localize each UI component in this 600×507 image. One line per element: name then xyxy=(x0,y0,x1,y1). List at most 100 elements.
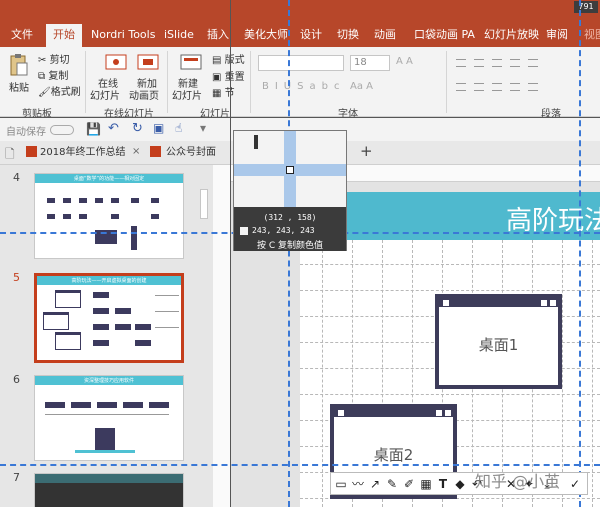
thumb-button xyxy=(93,340,109,346)
justify-icon[interactable] xyxy=(510,83,520,91)
slide-thumbnail-4[interactable]: 桌面“数学”的功能——相对固定 xyxy=(34,173,184,259)
pen-icon[interactable]: ✎ xyxy=(384,476,400,492)
tab-animations[interactable]: 动画 xyxy=(374,26,396,46)
eraser-icon[interactable]: ◆ xyxy=(452,476,468,492)
grow-font-icon[interactable]: A A xyxy=(396,56,413,67)
cut-button[interactable]: ✂ 剪切 xyxy=(38,51,70,66)
divider xyxy=(85,51,86,113)
font-color-icon[interactable]: Aa A xyxy=(350,81,373,92)
screen: 文件 开始 Nordri Tools iSlide 插入 美化大师 设计 切换 … xyxy=(0,0,600,507)
reset-button[interactable]: ▣ 重置 xyxy=(212,68,245,83)
tab-review[interactable]: 审阅 xyxy=(546,26,568,46)
crosshair-vertical xyxy=(230,0,231,507)
tab-home[interactable]: 开始 xyxy=(46,24,82,47)
marker-icon[interactable]: ✐ xyxy=(401,476,417,492)
align-center-icon[interactable] xyxy=(474,83,484,91)
doc-tab-2[interactable]: 公众号封面 xyxy=(166,143,216,163)
reset-icon: ▣ xyxy=(212,72,225,83)
ppt-file-icon xyxy=(26,146,37,157)
format-painter-label: 格式刷 xyxy=(50,87,81,98)
arrow-icon[interactable]: ↗ xyxy=(367,476,383,492)
autosave-toggle[interactable] xyxy=(50,125,74,135)
online-slides-icon xyxy=(105,54,127,70)
thumb-button xyxy=(115,308,131,314)
tab-islide[interactable]: iSlide xyxy=(164,26,194,46)
save-icon[interactable]: 💾 xyxy=(86,122,101,136)
font-size-dropdown[interactable]: 18 xyxy=(350,55,390,71)
tab-insert[interactable]: 插入 xyxy=(207,26,229,46)
thumb-button xyxy=(93,292,109,298)
doc-tab-1[interactable]: 2018年终工作总结 xyxy=(40,143,125,163)
copy-label: 复制 xyxy=(48,71,69,82)
mosaic-icon[interactable]: ▦ xyxy=(418,476,434,492)
line-spacing-icon[interactable] xyxy=(528,59,538,67)
tab-beautify-master[interactable]: 美化大师 xyxy=(244,26,288,46)
thumb-button xyxy=(135,340,151,346)
decrease-indent-icon[interactable] xyxy=(492,59,502,67)
numbering-icon[interactable] xyxy=(474,59,484,67)
tab-design[interactable]: 设计 xyxy=(300,26,322,46)
slideshow-icon[interactable]: ▣ xyxy=(153,121,164,135)
slide-thumbnail-6[interactable]: 资深整理技巧应用软件 xyxy=(34,375,184,461)
thumb-text-line xyxy=(155,311,179,312)
thumb-title: 高阶玩法——开启虚拟桌面的创建 xyxy=(71,278,147,284)
new-animation-label-2[interactable]: 动画页 xyxy=(129,87,159,102)
thumb-shape xyxy=(63,214,71,219)
align-right-icon[interactable] xyxy=(492,83,502,91)
align-left-icon[interactable] xyxy=(456,83,466,91)
tab-transitions[interactable]: 切换 xyxy=(337,26,359,46)
layout-icon: ▤ xyxy=(212,55,225,66)
desktop-1-window[interactable]: 桌面1 xyxy=(435,294,562,389)
slide-number: 7 xyxy=(13,471,20,484)
curve-icon[interactable]: 〰 xyxy=(350,476,366,492)
confirm-icon[interactable]: ✓ xyxy=(567,476,583,492)
tab-slideshow[interactable]: 幻灯片放映 xyxy=(484,26,539,46)
font-family-dropdown[interactable] xyxy=(258,55,344,71)
undo-icon[interactable]: ↶ xyxy=(108,121,119,136)
window-titlebar xyxy=(439,298,558,307)
slide-thumbnail-7[interactable] xyxy=(34,473,184,507)
grid-line xyxy=(300,264,600,265)
tab-nordri-tools[interactable]: Nordri Tools xyxy=(91,26,155,46)
window-dot xyxy=(443,300,449,306)
format-painter-button[interactable]: 🖌格式刷 xyxy=(38,83,81,98)
cut-label: 剪切 xyxy=(49,55,70,66)
increase-indent-icon[interactable] xyxy=(510,59,520,67)
text-icon[interactable]: T xyxy=(435,476,451,492)
bullets-icon[interactable] xyxy=(456,59,466,67)
copy-button[interactable]: ⧉ 复制 xyxy=(38,67,68,82)
paste-button[interactable]: 粘贴 xyxy=(9,79,29,94)
slide-thumbnails-panel: 4 桌面“数学”的功能——相对固定 5 高阶玩法——开启虚拟桌面的创建 6 资深… xyxy=(0,165,213,507)
new-slide-label-2[interactable]: 幻灯片 xyxy=(172,87,202,102)
thumb-button xyxy=(71,402,91,408)
vertical-ruler xyxy=(213,165,231,507)
layout-button[interactable]: ▤ 版式 xyxy=(212,51,245,66)
scrollbar-thumb[interactable] xyxy=(200,189,208,219)
online-slides-label-2[interactable]: 幻灯片 xyxy=(90,87,120,102)
tab-view[interactable]: 视图 xyxy=(584,26,600,46)
customize-icon[interactable]: ▾ xyxy=(200,121,206,135)
slide-thumbnail-5[interactable]: 高阶玩法——开启虚拟桌面的创建 xyxy=(34,273,184,363)
window-titlebar xyxy=(334,408,453,417)
cursor-coordinates: (312 , 158) xyxy=(263,213,317,222)
tab-file[interactable]: 文件 xyxy=(11,26,33,46)
watermark: 知乎 @小茧 xyxy=(475,472,561,491)
rectangle-icon[interactable]: ▭ xyxy=(333,476,349,492)
thumb-button xyxy=(97,402,117,408)
font-style-buttons[interactable]: BIUSabc xyxy=(262,81,345,92)
window-dot xyxy=(338,410,344,416)
thumb-illustration xyxy=(131,226,137,250)
magnifier-pixel-detail xyxy=(254,135,258,149)
tab-pocket-animation[interactable]: 口袋动画 PA xyxy=(414,26,475,46)
redo-icon[interactable]: ↻ xyxy=(132,121,143,136)
new-tab-icon[interactable]: + xyxy=(360,142,373,160)
thumb-text-line xyxy=(155,295,179,296)
thumbnail-scrollbar[interactable] xyxy=(198,183,210,483)
section-button[interactable]: ▦ 节 xyxy=(212,84,235,99)
divider xyxy=(446,51,447,113)
columns-icon[interactable] xyxy=(528,83,538,91)
thumb-shape xyxy=(47,214,55,219)
close-tab-icon[interactable]: × xyxy=(132,146,140,157)
touch-mode-icon[interactable]: ☝ xyxy=(175,121,182,135)
thumb-shape xyxy=(111,214,119,219)
